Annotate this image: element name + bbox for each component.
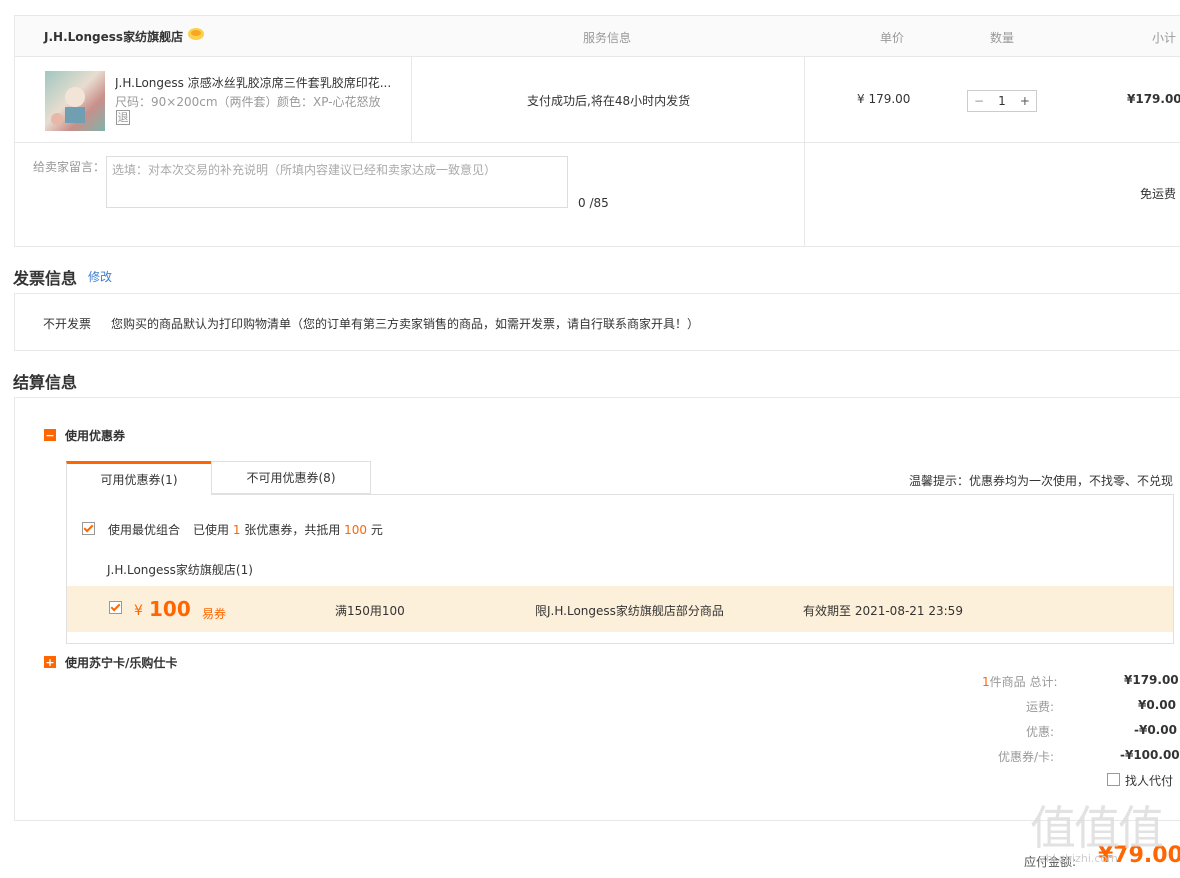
col-qty-header: 数量 [990,31,1015,45]
invoice-note: 您购买的商品默认为打印购物清单（您的订单有第三方卖家销售的商品，如需开发票，请自… [111,317,700,331]
product-subtotal: ¥179.00 [1127,92,1180,106]
invoice-edit-link[interactable]: 修改 [88,268,112,285]
tab-available-label: 可用优惠券(1) [100,473,178,487]
service-info: 支付成功后,将在48小时内发货 [527,94,691,108]
tab-available-coupons[interactable]: 可用优惠券(1) [66,461,212,495]
col-subtotal-header: 小计 [1152,31,1177,45]
used-mid: 张优惠券，共抵用 [244,523,341,537]
watermark-glyphs: 值值值 [1030,801,1164,855]
summary-count-line: 1件商品 总计: [982,673,1058,690]
qty-value[interactable]: 1 [998,94,1006,108]
col-price-header: 单价 [880,31,905,45]
summary-shipping-label: 运费: [1026,700,1055,714]
shop-name[interactable]: J.H.Longess家纺旗舰店 [44,28,183,45]
used-amount: 100 [344,523,368,537]
qty-minus-button[interactable]: − [974,94,984,108]
used-prefix: 已使用 [193,523,230,537]
coupon-shop-group: J.H.Longess家纺旗舰店(1) [107,563,253,577]
coupon-scope: 限J.H.Longess家纺旗舰店部分商品 [535,604,724,618]
invoice-type: 不开发票 [43,317,92,331]
message-label: 给卖家留言： [33,160,106,174]
used-count: 1 [232,523,241,537]
coupon-tag: 易券 [202,607,227,621]
coupon-checkbox[interactable] [109,601,122,614]
card-section-label[interactable]: 使用苏宁卡/乐购仕卡 [65,654,177,671]
proxy-pay-label[interactable]: 找人代付 [1125,772,1173,789]
qty-plus-button[interactable]: + [1020,94,1030,108]
best-combo-checkbox[interactable] [82,522,95,535]
coupon-amount: 100 [149,597,191,621]
col-service-header: 服务信息 [583,31,632,45]
product-size: 尺码：90×200cm（两件套） [115,95,278,109]
used-suffix: 元 [370,523,383,537]
coupon-tip: 温馨提示：优惠券均为一次使用，不找零、不兑现 [909,474,1174,488]
collapse-coupon-icon[interactable]: − [44,429,56,441]
coupon-used-summary: 已使用 1 张优惠券，共抵用 100 元 [193,521,383,538]
summary-discount: -¥0.00 [1134,723,1177,737]
shop-badge-icon [187,27,205,41]
summary-total: ¥179.00 [1124,673,1179,687]
summary-coupon-label: 优惠券/卡: [998,750,1055,764]
col-divider [411,57,412,143]
watermark-url: zhi.zhizhi.com [1040,852,1118,865]
product-title[interactable]: J.H.Longess 凉感冰丝乳胶凉席三件套乳胶席印花... [115,74,405,91]
coupon-validity: 有效期至 2021-08-21 23:59 [803,604,963,618]
summary-discount-label: 优惠: [1026,725,1055,739]
unit-price: ¥ 179.00 [857,92,911,106]
proxy-pay-checkbox[interactable] [1107,773,1120,786]
coupon-section-label[interactable]: 使用优惠券 [65,427,125,444]
product-thumbnail[interactable] [45,71,105,131]
settlement-title: 结算信息 [13,373,78,392]
product-color: 颜色：XP-心花怒放 [277,95,381,109]
return-badge: 退 [116,110,130,125]
tab-unavailable-label: 不可用优惠券(8) [246,471,336,485]
summary-shipping: ¥0.00 [1138,698,1176,712]
message-textarea[interactable]: 选填：对本次交易的补充说明（所填内容建议已经和卖家达成一致意见） [106,156,568,208]
summary-count: 1 [982,675,990,689]
shipping-free: 免运费 [1140,187,1177,201]
coupon-condition: 满150用100 [335,604,405,618]
summary-coupon: -¥100.00 [1120,748,1180,762]
coupon-currency: ¥ [134,603,143,619]
summary-count-label: 件商品 总计: [989,675,1058,689]
tab-unavailable-coupons[interactable]: 不可用优惠券(8) [211,461,371,494]
best-combo-label[interactable]: 使用最优组合 [108,521,180,538]
expand-card-icon[interactable]: + [44,656,56,668]
quantity-stepper[interactable]: − 1 + [967,90,1037,112]
message-counter: 0 /85 [578,196,609,210]
invoice-title: 发票信息 [13,269,78,288]
